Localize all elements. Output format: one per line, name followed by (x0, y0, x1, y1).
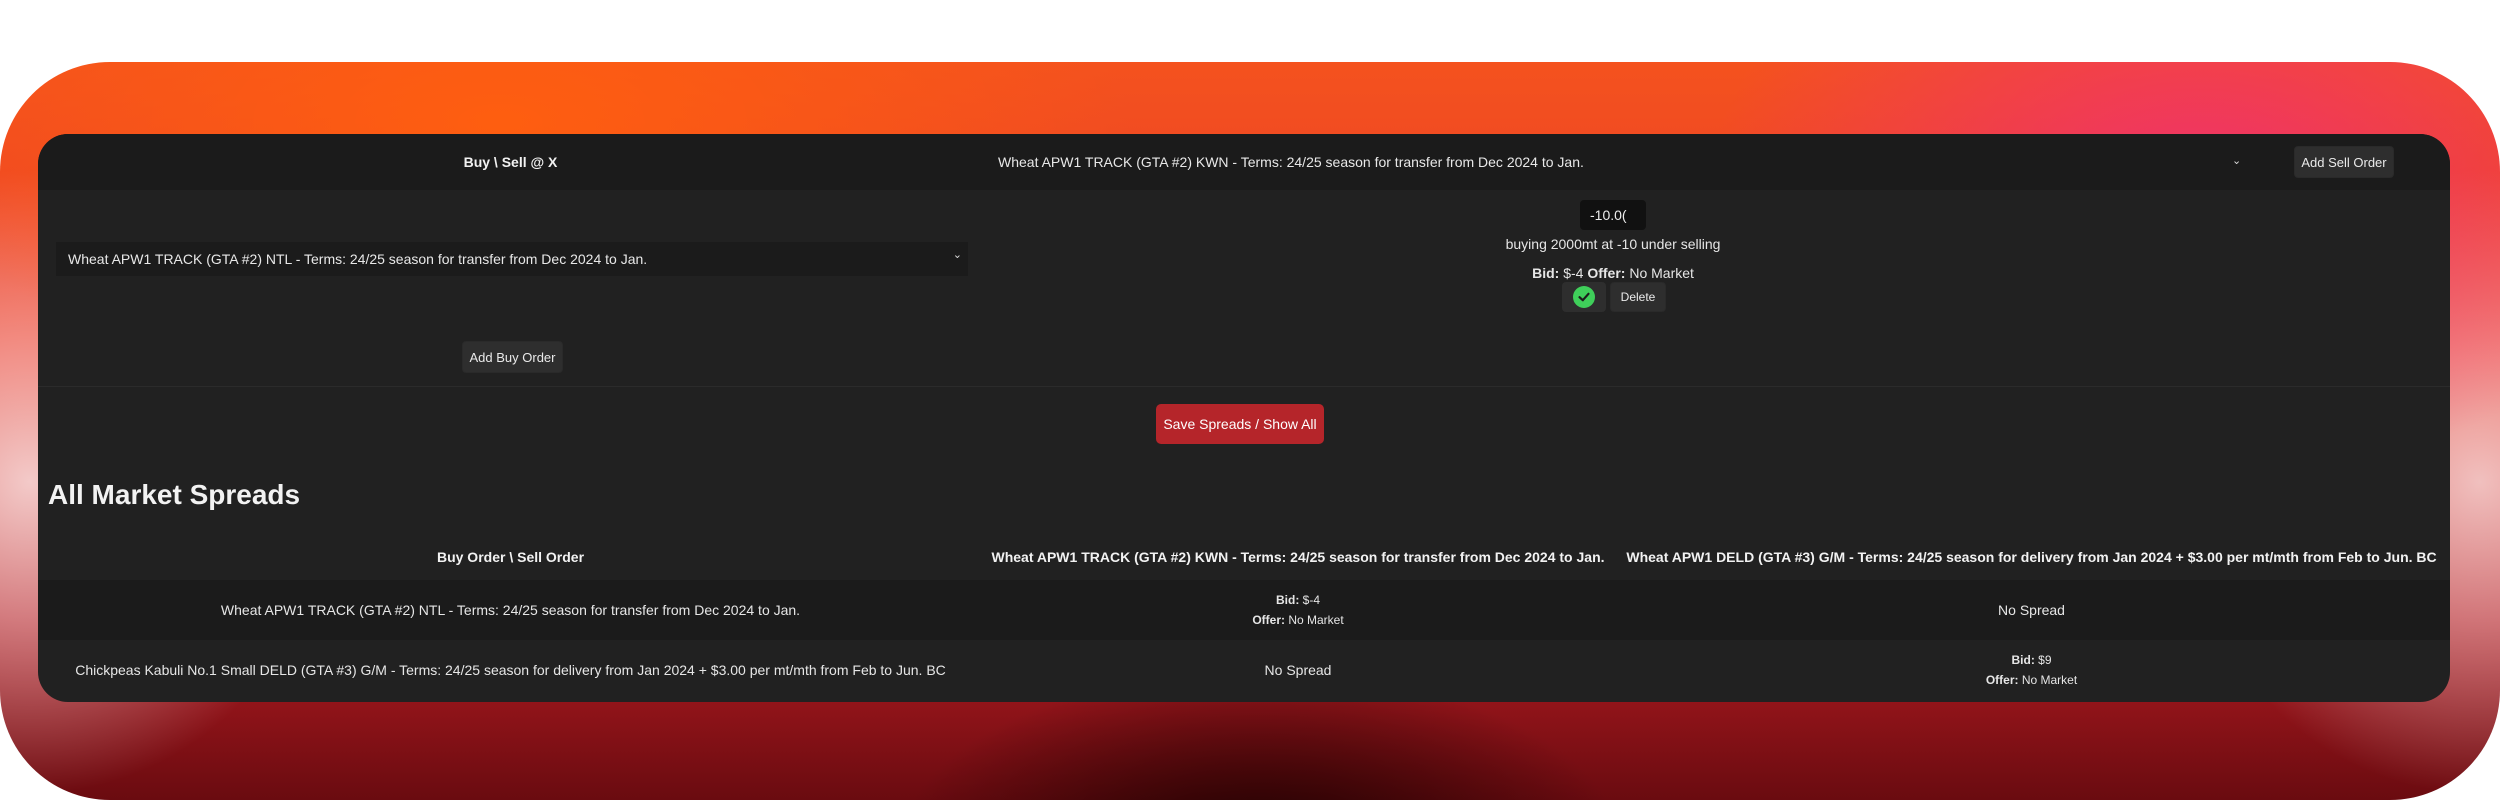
offer-value: No Market (1288, 613, 1344, 627)
spread-value-input[interactable]: -10.0( (1580, 200, 1646, 230)
spread-cell: No Spread (1998, 602, 2065, 618)
offer-label: Offer: (1252, 613, 1285, 627)
table-row: Chickpeas Kabuli No.1 Small DELD (GTA #3… (38, 640, 2450, 700)
offer-value: No Market (1629, 265, 1694, 281)
spread-panel: Buy \ Sell @ X Wheat APW1 TRACK (GTA #2)… (38, 134, 2450, 702)
confirm-button[interactable] (1562, 282, 1606, 312)
delete-button[interactable]: Delete (1610, 282, 1666, 312)
row-label: Wheat APW1 TRACK (GTA #2) NTL - Terms: 2… (220, 602, 801, 618)
table-header: Wheat APW1 DELD (GTA #3) G/M - Terms: 24… (1626, 549, 2437, 565)
offer-value: No Market (2021, 673, 2078, 687)
chevron-down-icon[interactable]: ⌄ (953, 248, 962, 261)
offer-label: Offer: (1587, 265, 1626, 281)
divider (38, 386, 2450, 387)
sell-order-row: Buy \ Sell @ X Wheat APW1 TRACK (GTA #2)… (38, 134, 2450, 190)
spread-cell: No Spread (1264, 662, 1332, 678)
check-icon (1573, 286, 1595, 308)
sell-order-select-value: Wheat APW1 TRACK (GTA #2) KWN - Terms: 2… (998, 154, 1584, 170)
save-spreads-button[interactable]: Save Spreads / Show All (1156, 404, 1324, 444)
bid-value: $9 (2038, 653, 2052, 667)
section-title: All Market Spreads (48, 479, 301, 510)
add-sell-order-button[interactable]: Add Sell Order (2294, 146, 2394, 178)
buy-sell-heading: Buy \ Sell @ X (463, 154, 558, 170)
spread-cell: Bid: $-4 Offer: No Market (983, 580, 1613, 640)
add-buy-order-button[interactable]: Add Buy Order (462, 341, 563, 373)
offer-label: Offer: (1985, 673, 2019, 687)
table-header: Buy Order \ Sell Order (436, 549, 585, 565)
bid-label: Bid: (1532, 265, 1560, 281)
bid-label: Bid: (2011, 653, 2035, 667)
bid-label: Bid: (1275, 593, 1300, 607)
table-header-row: Buy Order \ Sell Order Wheat APW1 TRACK … (38, 534, 2450, 580)
spread-description: buying 2000mt at -10 under selling (1505, 236, 1721, 252)
buy-order-select[interactable]: Wheat APW1 TRACK (GTA #2) NTL - Terms: 2… (56, 242, 968, 276)
bid-value: $-4 (1563, 265, 1584, 281)
bid-value: $-4 (1302, 593, 1320, 607)
bid-offer-summary: Bid: $-4 Offer: No Market (1288, 265, 1938, 281)
table-row: Wheat APW1 TRACK (GTA #2) NTL - Terms: 2… (38, 580, 2450, 640)
chevron-down-icon[interactable]: ⌄ (2232, 154, 2241, 167)
table-header: Wheat APW1 TRACK (GTA #2) KWN - Terms: 2… (991, 549, 1605, 565)
sell-order-select[interactable]: Wheat APW1 TRACK (GTA #2) KWN - Terms: 2… (986, 148, 2286, 176)
buy-order-select-value: Wheat APW1 TRACK (GTA #2) NTL - Terms: 2… (68, 251, 648, 267)
spread-cell: Bid: $9 Offer: No Market (1613, 640, 2450, 700)
row-label: Chickpeas Kabuli No.1 Small DELD (GTA #3… (75, 662, 946, 678)
